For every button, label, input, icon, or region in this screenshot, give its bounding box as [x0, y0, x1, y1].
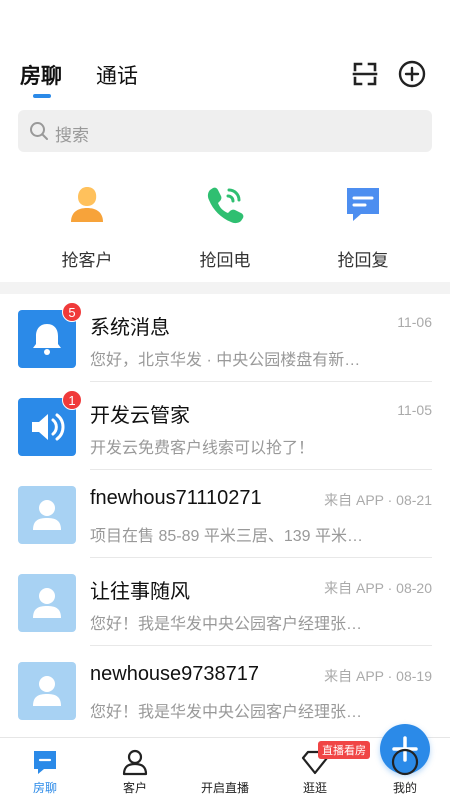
message-name: 系统消息	[90, 317, 170, 339]
grab-callback-label: 抢回电	[199, 251, 251, 270]
nav-label: 我的	[392, 781, 417, 795]
scan-icon[interactable]	[351, 60, 379, 88]
message-preview: 您好，北京华发 · 中央公园楼盘有新…	[90, 352, 361, 369]
profile-circle-icon	[391, 748, 419, 776]
reply-message-icon	[347, 188, 379, 221]
message-time: 11-06	[397, 314, 432, 330]
unread-badge: 5	[62, 302, 82, 322]
tab-house-chat[interactable]: 房聊	[20, 60, 62, 90]
list-item[interactable]: newhouse9738717 来自 APP · 08-19 您好！我是华发中央…	[0, 646, 450, 734]
phone-callback-icon	[207, 187, 244, 224]
nav-label: 客户	[122, 781, 147, 795]
nav-label: 开启直播	[200, 781, 249, 795]
user-avatar-icon	[33, 588, 61, 618]
search-input[interactable]: 搜索	[18, 110, 432, 152]
nav-house-chat[interactable]: 房聊	[0, 738, 90, 800]
list-item[interactable]: fnewhous71110271 来自 APP · 08-21 项目在售 85-…	[0, 470, 450, 558]
message-preview: 您好！我是华发中央公园客户经理张…	[90, 704, 363, 721]
tab-calls[interactable]: 通话	[96, 60, 138, 90]
chat-icon	[34, 751, 56, 774]
section-divider	[0, 282, 450, 294]
header: 房聊 通话	[0, 56, 450, 98]
bottom-nav: 房聊 客户 开启直播 逛逛 直播看房 我的	[0, 724, 450, 800]
message-time: 来自 APP · 08-19	[324, 668, 432, 684]
user-avatar	[18, 662, 76, 720]
user-avatar-icon	[33, 500, 61, 530]
nav-start-live[interactable]: 开启直播	[180, 724, 430, 800]
message-time: 来自 APP · 08-20	[324, 580, 432, 596]
tab-indicator	[33, 94, 51, 98]
message-preview: 项目在售 85-89 平米三居、139 平米…	[90, 528, 363, 545]
list-item[interactable]: 让往事随风 来自 APP · 08-20 您好！我是华发中央公园客户经理张…	[0, 558, 450, 646]
unread-badge: 1	[62, 390, 82, 410]
message-name: newhouse9738717	[90, 663, 260, 685]
list-item[interactable]: 5 系统消息 11-06 您好，北京华发 · 中央公园楼盘有新…	[0, 294, 450, 382]
grab-customer-button[interactable]: 抢客户	[12, 176, 162, 276]
search-icon	[30, 122, 48, 140]
message-preview: 开发云免费客户线索可以抢了！	[90, 440, 315, 457]
message-preview: 您好！我是华发中央公园客户经理张…	[90, 616, 363, 633]
user-avatar	[18, 574, 76, 632]
grab-reply-button[interactable]: 抢回复	[288, 176, 438, 276]
add-circle-icon[interactable]	[398, 60, 426, 88]
message-time: 11-05	[397, 402, 432, 418]
message-name: 开发云管家	[90, 405, 190, 427]
grab-reply-label: 抢回复	[337, 251, 389, 270]
customer-icon	[71, 187, 103, 222]
message-list: 5 系统消息 11-06 您好，北京华发 · 中央公园楼盘有新… 1 开发云管家…	[0, 294, 450, 734]
nav-label: 房聊	[32, 781, 57, 795]
user-avatar-icon	[33, 676, 61, 706]
message-name: 让往事随风	[90, 581, 190, 603]
list-item[interactable]: 1 开发云管家 11-05 开发云免费客户线索可以抢了！	[0, 382, 450, 470]
nav-label: 逛逛	[302, 781, 327, 795]
grab-customer-label: 抢客户	[61, 251, 113, 270]
person-icon	[122, 749, 148, 776]
grab-callback-button[interactable]: 抢回电	[150, 176, 300, 276]
nav-customers[interactable]: 客户	[90, 738, 180, 800]
user-avatar	[18, 486, 76, 544]
nav-mine[interactable]: 我的	[360, 738, 450, 800]
message-time: 来自 APP · 08-21	[324, 492, 432, 508]
message-name: fnewhous71110271	[90, 487, 262, 509]
search-placeholder: 搜索	[55, 126, 89, 145]
